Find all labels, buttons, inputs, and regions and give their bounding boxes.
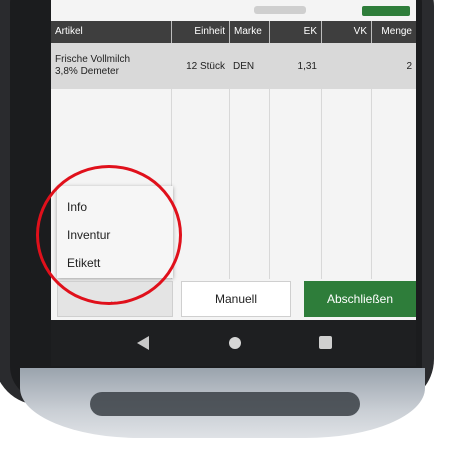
cell-einheit: 12 Stück xyxy=(186,60,225,72)
top-green-button[interactable] xyxy=(362,6,410,16)
speaker-grille xyxy=(90,392,360,416)
column-divider xyxy=(269,89,270,279)
column-divider xyxy=(321,89,322,279)
device: Artikel Einheit Marke EK VK Menge Frisch… xyxy=(0,0,450,454)
red-annotation-circle xyxy=(36,165,182,305)
column-divider xyxy=(371,89,372,279)
cell-artikel: Frische Vollmilch 3,8% Demeter xyxy=(51,43,171,89)
header-vk[interactable]: VK xyxy=(321,21,371,43)
header-menge[interactable]: Menge xyxy=(371,21,416,43)
cell-menge: 2 xyxy=(406,60,412,72)
artikel-detail: 3,8% Demeter xyxy=(55,66,119,77)
android-nav-bar xyxy=(51,320,416,366)
table-row[interactable]: Frische Vollmilch 3,8% Demeter 12 Stück … xyxy=(51,43,416,89)
header-einheit[interactable]: Einheit xyxy=(171,21,229,43)
abschliessen-button[interactable]: Abschließen xyxy=(304,281,416,317)
header-artikel[interactable]: Artikel xyxy=(51,21,171,43)
header-ek[interactable]: EK xyxy=(269,21,321,43)
artikel-name: Frische Vollmilch xyxy=(55,54,131,65)
recent-apps-icon[interactable] xyxy=(319,336,332,349)
manuell-button[interactable]: Manuell xyxy=(181,281,291,317)
top-grey-button[interactable] xyxy=(254,6,306,14)
cell-marke: DEN xyxy=(233,60,255,72)
table-header: Artikel Einheit Marke EK VK Menge xyxy=(51,21,416,43)
column-divider xyxy=(229,89,230,279)
back-icon[interactable] xyxy=(137,336,149,350)
cell-vk xyxy=(321,43,371,89)
cell-ek: 1,31 xyxy=(297,60,317,72)
home-icon[interactable] xyxy=(229,337,241,349)
header-marke[interactable]: Marke xyxy=(229,21,269,43)
